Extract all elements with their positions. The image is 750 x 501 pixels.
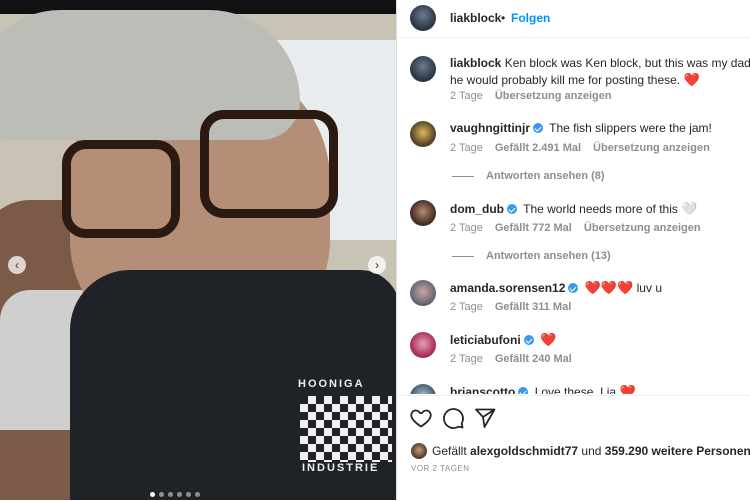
liker-username[interactable]: alexgoldschmidt77 — [470, 444, 578, 458]
comments-list[interactable]: liakblock Ken block was Ken block, but t… — [397, 38, 750, 394]
photo-glasses-right — [200, 110, 338, 218]
verified-badge-icon — [518, 387, 529, 394]
author-avatar[interactable] — [410, 5, 436, 31]
comment-emoji: ❤️ — [540, 332, 557, 347]
commenter-avatar[interactable] — [410, 280, 436, 306]
comment-text: leticiabufoni ❤️ — [450, 331, 556, 349]
comment-username[interactable]: liakblock — [450, 56, 501, 70]
shirt-brand-bottom: INDUSTRIE — [302, 462, 380, 474]
view-replies-label: Antworten ansehen (8) — [486, 170, 605, 182]
post-date[interactable]: VOR 2 TAGEN — [411, 464, 470, 473]
carousel-dot — [186, 492, 191, 497]
comment-text: dom_dub The world needs more of this 🤍 — [450, 200, 697, 218]
commenter-avatar[interactable] — [410, 56, 436, 82]
likes-count[interactable]: 359.290 weitere Personen — [605, 444, 750, 458]
comment-meta: 2 Tage Gefällt 772 Mal Übersetzung anzei… — [450, 222, 701, 234]
comment-likes[interactable]: Gefällt 2.491 Mal — [495, 142, 581, 154]
comment-time: 2 Tage — [450, 90, 483, 102]
paper-plane-icon[interactable] — [473, 406, 497, 430]
comment-username[interactable]: leticiabufoni — [450, 333, 521, 347]
shirt-brand-top: HOONIGA — [298, 378, 365, 390]
carousel-dot — [177, 492, 182, 497]
translate-link[interactable]: Übersetzung anzeigen — [495, 90, 612, 102]
comment-meta: 2 Tage Gefällt 240 Mal — [450, 353, 572, 365]
carousel-dot — [159, 492, 164, 497]
comment-body: The fish slippers were the jam! — [549, 121, 712, 135]
chevron-left-icon: ‹ — [15, 258, 19, 272]
comment-likes[interactable]: Gefällt 240 Mal — [495, 353, 572, 365]
replies-line — [452, 175, 474, 177]
comment-emoji: ❤️ — [619, 384, 636, 394]
verified-badge-icon — [568, 283, 579, 293]
comment-meta: 2 Tage Übersetzung anzeigen — [450, 90, 612, 102]
commenter-avatar[interactable] — [410, 121, 436, 147]
translate-link[interactable]: Übersetzung anzeigen — [584, 222, 701, 234]
comment-bubble-icon[interactable] — [441, 406, 465, 430]
comment-body: Ken block was Ken block, but this was my… — [504, 56, 750, 70]
carousel-next-button[interactable]: › — [368, 256, 386, 274]
commenter-avatar[interactable] — [410, 384, 436, 394]
liker-avatar — [411, 443, 427, 459]
verified-badge-icon — [533, 123, 543, 133]
commenter-avatar[interactable] — [410, 200, 436, 226]
photo-glasses-left — [62, 140, 180, 238]
post-actions: Gefällt alexgoldschmidt77 und 359.290 we… — [397, 395, 750, 501]
comment-text: brianscotto Love these, Lia ❤️ — [450, 383, 636, 394]
carousel-dot-active — [150, 492, 155, 497]
post-header: liakblock • Folgen — [397, 0, 750, 38]
chevron-right-icon: › — [375, 258, 379, 272]
follow-button[interactable]: Folgen — [511, 11, 550, 25]
comment-time: 2 Tage — [450, 301, 483, 313]
carousel-dot — [195, 492, 200, 497]
comment-body: The world needs more of this — [523, 202, 678, 216]
verified-badge-icon — [507, 204, 517, 214]
verified-badge-icon — [523, 335, 534, 345]
heart-outline-icon[interactable] — [409, 406, 433, 430]
comment-body: luv u — [636, 281, 662, 295]
comment-time: 2 Tage — [450, 353, 483, 365]
likes-summary[interactable]: Gefällt alexgoldschmidt77 und 359.290 we… — [411, 443, 750, 459]
comment-username[interactable]: vaughngittinjr — [450, 121, 530, 135]
view-replies-button[interactable]: Antworten ansehen (8) — [452, 170, 605, 182]
translate-link[interactable]: Übersetzung anzeigen — [593, 142, 710, 154]
comment-likes[interactable]: Gefällt 772 Mal — [495, 222, 572, 234]
comment-text: amanda.sorensen12 ❤️❤️❤️ luv u — [450, 279, 662, 297]
comment-username[interactable]: brianscotto — [450, 385, 515, 394]
comment-meta: 2 Tage Gefällt 311 Mal — [450, 301, 571, 313]
comment-meta: 2 Tage Gefällt 2.491 Mal Übersetzung anz… — [450, 142, 710, 154]
comment-likes[interactable]: Gefällt 311 Mal — [495, 301, 571, 313]
author-username[interactable]: liakblock — [450, 11, 501, 25]
shirt-checker-logo — [300, 396, 392, 462]
post-detail-panel: liakblock • Folgen liakblock Ken block w… — [396, 0, 750, 500]
header-separator: • — [501, 11, 506, 25]
comment-body-line2: he would probably kill me for posting th… — [450, 73, 681, 87]
comment-body: Love these, Lia — [534, 385, 617, 394]
comment-emoji: ❤️❤️❤️ — [584, 280, 634, 295]
likes-prefix: Gefällt — [432, 444, 467, 458]
carousel-indicator — [150, 492, 200, 497]
comment-text: vaughngittinjr The fish slippers were th… — [450, 120, 712, 137]
post-photo[interactable]: HOONIGA INDUSTRIE ‹ › — [0, 0, 396, 500]
view-replies-button[interactable]: Antworten ansehen (13) — [452, 250, 611, 262]
replies-line — [452, 255, 474, 257]
comment-text: liakblock Ken block was Ken block, but t… — [450, 55, 750, 72]
comment-time: 2 Tage — [450, 142, 483, 154]
view-replies-label: Antworten ansehen (13) — [486, 250, 611, 262]
comment-emoji: 🤍 — [681, 201, 698, 216]
comment-text-line2: he would probably kill me for posting th… — [450, 71, 700, 89]
comment-username[interactable]: dom_dub — [450, 202, 504, 216]
comment-emoji: ❤️ — [683, 72, 700, 87]
carousel-dot — [168, 492, 173, 497]
carousel-prev-button[interactable]: ‹ — [8, 256, 26, 274]
likes-connector: und — [581, 444, 602, 458]
comment-username[interactable]: amanda.sorensen12 — [450, 281, 565, 295]
comment-time: 2 Tage — [450, 222, 483, 234]
commenter-avatar[interactable] — [410, 332, 436, 358]
